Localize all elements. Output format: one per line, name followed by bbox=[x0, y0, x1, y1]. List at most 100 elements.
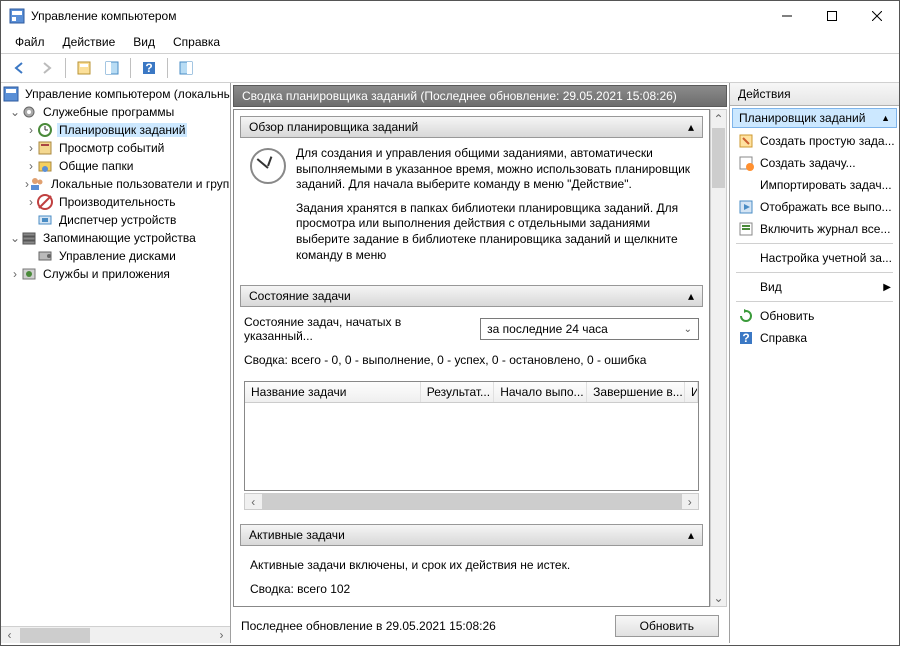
tree-task-scheduler[interactable]: › Планировщик заданий bbox=[1, 121, 230, 139]
app-icon bbox=[9, 8, 25, 24]
overview-section-header[interactable]: Обзор планировщика заданий ▴ bbox=[240, 116, 703, 138]
menu-help[interactable]: Справка bbox=[165, 33, 228, 51]
status-section-header[interactable]: Состояние задачи ▴ bbox=[240, 285, 703, 307]
tree-system-tools[interactable]: ⌄ Служебные программы bbox=[1, 103, 230, 121]
expand-icon[interactable]: ⌄ bbox=[9, 105, 21, 119]
footer-text: Последнее обновление в 29.05.2021 15:08:… bbox=[241, 619, 496, 633]
tree-label: Запоминающие устройства bbox=[41, 231, 198, 245]
separator bbox=[736, 272, 893, 273]
tree-event-viewer[interactable]: › Просмотр событий bbox=[1, 139, 230, 157]
expand-icon[interactable]: › bbox=[25, 123, 37, 137]
running-icon bbox=[738, 199, 754, 215]
tools-icon bbox=[21, 104, 37, 120]
menu-file[interactable]: Файл bbox=[7, 33, 53, 51]
action-help[interactable]: ? Справка bbox=[730, 327, 899, 349]
separator bbox=[736, 301, 893, 302]
scroll-right-icon[interactable]: › bbox=[213, 627, 230, 644]
action-import-task[interactable]: Импортировать задач... bbox=[730, 174, 899, 196]
scroll-thumb[interactable] bbox=[262, 494, 682, 509]
action-refresh[interactable]: Обновить bbox=[730, 305, 899, 327]
action-label: Вид bbox=[760, 280, 782, 294]
forward-button[interactable] bbox=[35, 56, 59, 80]
vertical-scrollbar[interactable]: ⌃ ⌄ bbox=[710, 109, 727, 607]
status-period-dropdown[interactable]: за последние 24 часа ⌄ bbox=[480, 318, 699, 340]
computer-icon bbox=[3, 86, 19, 102]
clock-icon bbox=[37, 122, 53, 138]
column-header-result[interactable]: Результат... bbox=[421, 382, 494, 402]
collapse-icon[interactable]: ▴ bbox=[688, 528, 694, 542]
tree-disk-management[interactable]: Управление дисками bbox=[1, 247, 230, 265]
section-title: Активные задачи bbox=[249, 528, 345, 542]
menu-action[interactable]: Действие bbox=[55, 33, 124, 51]
action-enable-history[interactable]: Включить журнал все... bbox=[730, 218, 899, 240]
tree-performance[interactable]: › Производительность bbox=[1, 193, 230, 211]
horizontal-scrollbar[interactable]: ‹ › bbox=[1, 626, 230, 643]
history-icon bbox=[738, 221, 754, 237]
column-header-init[interactable]: И bbox=[685, 382, 698, 402]
column-header-name[interactable]: Название задачи bbox=[245, 382, 421, 402]
tree-label: Управление дисками bbox=[57, 249, 178, 263]
action-create-task[interactable]: Создать задачу... bbox=[730, 152, 899, 174]
clock-icon bbox=[250, 148, 286, 184]
column-header-end[interactable]: Завершение в... bbox=[587, 382, 685, 402]
tree-device-manager[interactable]: Диспетчер устройств bbox=[1, 211, 230, 229]
scroll-up-icon[interactable]: ⌃ bbox=[711, 110, 726, 127]
maximize-button[interactable] bbox=[809, 1, 854, 31]
scroll-right-icon[interactable]: › bbox=[682, 494, 699, 509]
action-view[interactable]: Вид ▶ bbox=[730, 276, 899, 298]
users-icon bbox=[29, 176, 45, 192]
task-table: Название задачи Результат... Начало выпо… bbox=[244, 381, 699, 491]
summary-header: Сводка планировщика заданий (Последнее о… bbox=[233, 85, 727, 107]
action-show-running[interactable]: Отображать все выпо... bbox=[730, 196, 899, 218]
scroll-down-icon[interactable]: ⌄ bbox=[711, 589, 726, 606]
collapse-icon[interactable]: ▴ bbox=[688, 120, 694, 134]
refresh-label: Обновить bbox=[640, 619, 694, 633]
actions-title: Действия bbox=[730, 83, 899, 106]
tree-shared-folders[interactable]: › Общие папки bbox=[1, 157, 230, 175]
expand-icon[interactable]: › bbox=[25, 159, 37, 173]
back-button[interactable] bbox=[7, 56, 31, 80]
active-section-header[interactable]: Активные задачи ▴ bbox=[240, 524, 703, 546]
scroll-left-icon[interactable]: ‹ bbox=[245, 494, 262, 509]
section-title: Обзор планировщика заданий bbox=[249, 120, 418, 134]
view3-button[interactable] bbox=[174, 56, 198, 80]
scroll-thumb[interactable] bbox=[20, 628, 90, 643]
tree-storage[interactable]: ⌄ Запоминающие устройства bbox=[1, 229, 230, 247]
action-label: Создать простую зада... bbox=[760, 134, 895, 148]
tree-label: Службы и приложения bbox=[41, 267, 172, 281]
close-button[interactable] bbox=[854, 1, 899, 31]
help-icon: ? bbox=[738, 330, 754, 346]
action-label: Создать задачу... bbox=[760, 156, 856, 170]
actions-subtitle[interactable]: Планировщик заданий ▲ bbox=[732, 108, 897, 128]
overview-text-2: Задания хранятся в папках библиотеки пла… bbox=[296, 201, 693, 263]
task-table-body bbox=[245, 403, 698, 490]
summary-title: Сводка планировщика заданий (Последнее о… bbox=[242, 89, 677, 103]
action-create-basic[interactable]: Создать простую зада... bbox=[730, 130, 899, 152]
expand-icon[interactable]: ⌄ bbox=[9, 231, 21, 245]
collapse-icon[interactable]: ▴ bbox=[688, 289, 694, 303]
expand-icon[interactable]: › bbox=[9, 267, 21, 281]
expand-icon[interactable]: › bbox=[25, 195, 37, 209]
tree-root[interactable]: Управление компьютером (локальный bbox=[1, 85, 230, 103]
column-header-start[interactable]: Начало выпо... bbox=[494, 382, 587, 402]
minimize-button[interactable] bbox=[764, 1, 809, 31]
action-account-config[interactable]: Настройка учетной за... bbox=[730, 247, 899, 269]
toolbar-separator bbox=[130, 58, 131, 78]
tree-local-users[interactable]: › Локальные пользователи и группы bbox=[1, 175, 230, 193]
view1-button[interactable] bbox=[72, 56, 96, 80]
refresh-button[interactable]: Обновить bbox=[615, 615, 719, 637]
scroll-left-icon[interactable]: ‹ bbox=[1, 627, 18, 644]
tree-services-apps[interactable]: › Службы и приложения bbox=[1, 265, 230, 283]
active-summary: Сводка: всего 102 bbox=[250, 582, 693, 596]
chevron-down-icon: ⌄ bbox=[684, 324, 692, 335]
view2-button[interactable] bbox=[100, 56, 124, 80]
tree-label: Управление компьютером (локальный bbox=[23, 87, 230, 101]
horizontal-scrollbar[interactable]: ‹ › bbox=[244, 493, 699, 510]
help-button[interactable]: ? bbox=[137, 56, 161, 80]
folder-icon bbox=[37, 158, 53, 174]
menu-view[interactable]: Вид bbox=[125, 33, 163, 51]
task-icon bbox=[738, 155, 754, 171]
toolbar: ? bbox=[1, 53, 899, 83]
expand-icon[interactable]: › bbox=[25, 141, 37, 155]
scroll-thumb[interactable] bbox=[712, 128, 725, 188]
